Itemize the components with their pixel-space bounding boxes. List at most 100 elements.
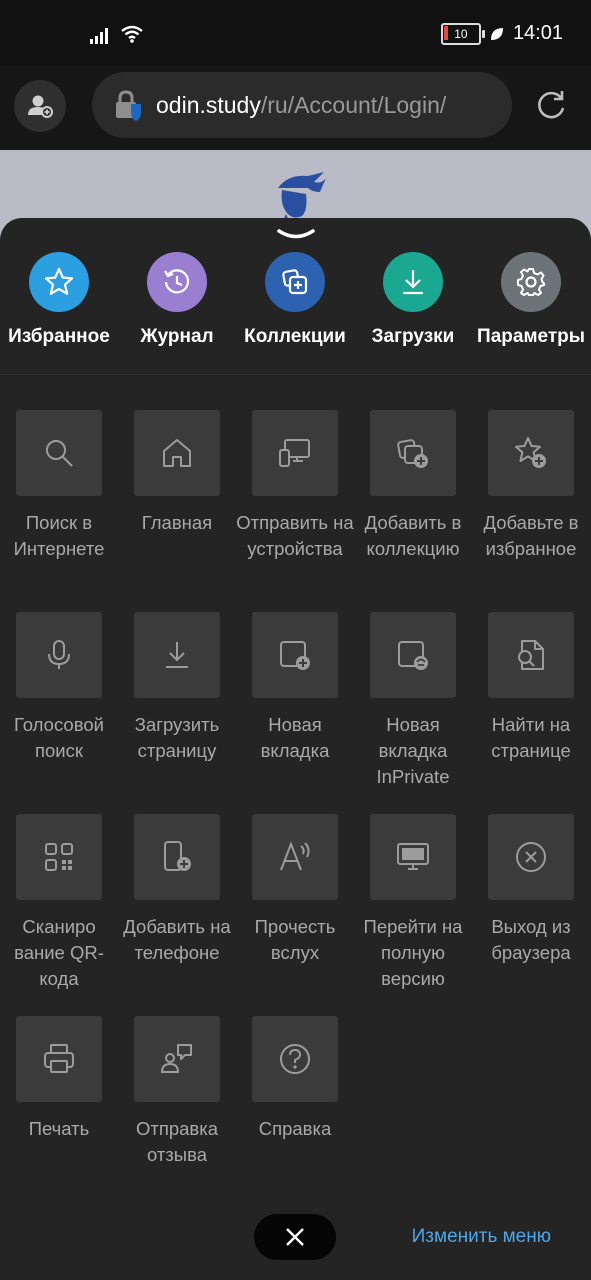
sheet-handle-icon[interactable] [276,228,316,242]
quick-actions-row: Избранное Журнал Коллекции Загрузки Пара… [0,252,591,372]
quick-favorites[interactable]: Избранное [0,252,118,348]
menu-item-label: Главная [141,512,213,533]
menu-item-label: Новая вкладка InPrivate [376,714,450,787]
status-right: 10 14:01 [440,22,563,45]
menu-item-voice-search[interactable]: Голосовой поиск [0,612,118,764]
menu-item-home[interactable]: Главная [118,410,236,536]
menu-item-new-tab[interactable]: Новая вкладка [236,612,354,764]
menu-tile [488,410,574,496]
menu-tile [252,410,338,496]
lock-shield-icon [112,88,146,122]
leaf-icon [490,27,503,40]
menu-item-web-search[interactable]: Поиск в Интернете [0,410,118,562]
quick-history-circle [147,252,207,312]
profile-icon [28,95,53,118]
quick-settings[interactable]: Параметры [472,252,590,348]
quick-settings-label: Параметры [477,326,585,347]
browser-menu-sheet: Избранное Журнал Коллекции Загрузки Пара… [0,218,591,1280]
menu-tile [252,1016,338,1102]
quick-collections[interactable]: Коллекции [236,252,354,348]
menu-item-label: Перейти на полную версию [363,916,463,989]
quick-favorites-label: Избранное [8,326,110,347]
quick-favorites-circle [29,252,89,312]
menu-tile [134,612,220,698]
menu-tile [16,814,102,900]
menu-item-read-aloud[interactable]: Прочесть вслух [236,814,354,966]
menu-item-print[interactable]: Печать [0,1016,118,1142]
menu-tile [370,612,456,698]
exit-icon [516,842,546,872]
microphone-icon [48,640,70,669]
find-in-page-icon [518,640,544,670]
status-bar: 10 14:01 [0,0,591,66]
menu-item-inprivate-tab[interactable]: Новая вкладка InPrivate [354,612,472,790]
menu-item-label: Найти на странице [491,714,571,761]
qr-code-icon [45,843,73,871]
menu-item-label: Печать [28,1118,90,1139]
menu-tile [488,612,574,698]
menu-item-exit-browser[interactable]: Выход из браузера [472,814,590,966]
menu-item-feedback[interactable]: Отправка отзыва [118,1016,236,1168]
close-icon [286,1228,304,1246]
menu-item-desktop-site[interactable]: Перейти на полную версию [354,814,472,992]
menu-item-help[interactable]: Справка [236,1016,354,1142]
quick-downloads-label: Загрузки [371,326,455,347]
divider [0,374,591,375]
menu-tile [252,814,338,900]
add-to-collection-icon [397,439,428,468]
url-text: odin.study/ru/Account/Login/ [156,92,446,119]
menu-item-label: Добавьте в избранное [483,512,579,559]
add-favorite-icon [515,437,546,468]
menu-item-add-favorite[interactable]: Добавьте в избранное [472,410,590,562]
quick-collections-circle [265,252,325,312]
signal-wifi-group [90,24,146,44]
menu-item-add-to-phone[interactable]: Добавить на телефоне [118,814,236,966]
reload-icon[interactable] [533,88,569,124]
menu-tile [16,410,102,496]
menu-item-find-in-page[interactable]: Найти на странице [472,612,590,764]
download-page-icon [166,642,188,668]
menu-item-download-page[interactable]: Загрузить страницу [118,612,236,764]
battery-level: 10 [454,26,468,41]
desktop-site-icon [397,843,429,870]
profile-button[interactable] [14,80,66,132]
menu-item-send-to-devices[interactable]: Отправить на устройства [236,410,354,562]
quick-history-label: Журнал [140,326,214,347]
url-host: odin.study [156,91,261,118]
address-bar[interactable]: odin.study/ru/Account/Login/ [92,72,512,138]
menu-item-label: Выход из браузера [491,916,571,963]
browser-toolbar: odin.study/ru/Account/Login/ [0,66,591,150]
edit-menu-link[interactable]: Изменить меню [412,1226,551,1248]
menu-item-label: Добавить в коллекцию [364,512,462,559]
signal-icon [90,28,108,44]
wifi-icon [121,25,143,43]
url-path: /ru/Account/Login/ [260,91,447,118]
star-icon [44,267,74,295]
quick-history[interactable]: Журнал [118,252,236,348]
menu-item-label: Отправить на устройства [236,512,354,559]
menu-tile [134,814,220,900]
collections-icon [282,269,308,295]
menu-tile [16,612,102,698]
menu-item-qr-scan[interactable]: Сканиро вание QR-кода [0,814,118,992]
menu-tile [134,1016,220,1102]
menu-tile [134,410,220,496]
quick-settings-circle [501,252,561,312]
new-tab-icon [280,641,310,670]
close-menu-button[interactable] [254,1214,336,1260]
search-icon [46,440,73,467]
menu-item-label: Справка [258,1118,332,1139]
history-icon [164,269,190,294]
help-icon [280,1044,310,1074]
add-to-phone-icon [164,841,191,871]
quick-collections-label: Коллекции [244,326,346,347]
menu-item-label: Прочесть вслух [254,916,336,963]
print-icon [44,1044,74,1073]
menu-item-label: Новая вкладка [260,714,330,761]
menu-item-add-to-collection[interactable]: Добавить в коллекцию [354,410,472,562]
menu-tile [252,612,338,698]
quick-downloads[interactable]: Загрузки [354,252,472,348]
menu-item-label: Загрузить страницу [134,714,220,761]
download-icon [403,270,423,295]
menu-item-label: Отправка отзыва [135,1118,219,1165]
